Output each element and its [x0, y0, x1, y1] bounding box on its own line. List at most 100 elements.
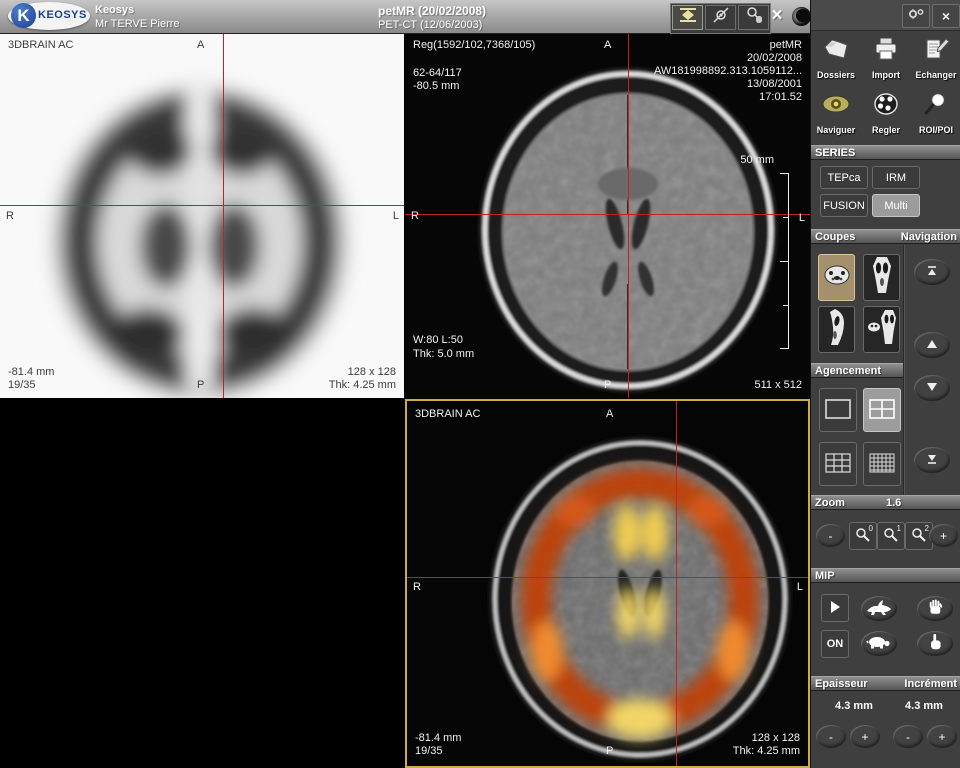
orientation-posterior: P — [606, 745, 613, 758]
control-sidebar: × Dossiers Import Echanger Naviguer — [810, 0, 960, 768]
play-icon — [829, 600, 841, 617]
nav-echanger-button[interactable]: Echanger — [912, 36, 960, 88]
close-window-button[interactable]: × — [932, 4, 960, 28]
epaisseur-increment-header: Epaisseur Incrément — [811, 676, 960, 691]
agencement-header: Agencement — [811, 363, 903, 378]
viewport-mri[interactable]: Reg(1592/102,7368/105) 62-64/117 -80.5 m… — [405, 34, 810, 398]
orientation-right: R — [411, 210, 419, 223]
axial-slice-icon — [823, 263, 851, 292]
increment-value: 4.3 mm — [891, 700, 957, 712]
crosshair-horizontal[interactable] — [405, 214, 810, 215]
series-multi-button[interactable]: Multi — [872, 194, 920, 217]
patient-name: Mr TERVE Pierre — [95, 18, 180, 30]
collimator-button[interactable] — [672, 5, 703, 30]
coupe-axial-thumbnail[interactable] — [818, 254, 855, 301]
viewport-pet[interactable]: 3DBRAIN AC A R L -81.4 mm 19/35 P 128 x … — [0, 34, 404, 398]
printer-icon — [871, 36, 901, 67]
series-tepca-button[interactable]: TEPca — [820, 166, 868, 189]
sidebar-top-strip: × — [811, 0, 960, 31]
thickness-decrease-button[interactable]: - — [816, 725, 846, 748]
folder-icon — [821, 36, 851, 67]
previous-slice-button[interactable] — [914, 332, 950, 358]
go-first-slice-button[interactable] — [914, 259, 950, 285]
nav-import-button[interactable]: Import — [862, 36, 910, 88]
mip-stop-hand-button[interactable] — [917, 596, 953, 621]
layout-grid-button[interactable] — [863, 442, 901, 486]
coronal-slice-icon — [870, 256, 894, 299]
coupes-navigation-header: Coupes Navigation — [811, 229, 960, 244]
go-last-slice-button[interactable] — [914, 447, 950, 473]
crosshair-vertical[interactable] — [676, 401, 677, 766]
registration-label: Reg(1592/102,7368/105) — [413, 39, 535, 52]
study-subtitle: PET-CT (12/06/2003) — [378, 19, 482, 31]
matrix-size: 511 x 512 — [754, 379, 802, 392]
zoom-in-button[interactable]: + — [929, 524, 958, 547]
matrix-size: 128 x 128 — [348, 366, 396, 379]
increment-decrease-button[interactable]: - — [893, 725, 923, 748]
crosshair-vertical[interactable] — [628, 34, 629, 398]
series-irm-button[interactable]: IRM — [872, 166, 920, 189]
nav-roi-poi-button[interactable]: ROI/POI — [912, 91, 960, 143]
down-arrow-icon — [926, 381, 938, 395]
application-window: K KEOSYS Keosys Mr TERVE Pierre petMR (2… — [0, 0, 960, 768]
series-fusion-button[interactable]: FUSION — [820, 194, 868, 217]
rabbit-icon — [866, 599, 892, 618]
mip-on-button[interactable]: ON — [821, 630, 849, 658]
crosshair-horizontal[interactable] — [0, 205, 404, 206]
moon-toggle-icon[interactable] — [792, 7, 811, 26]
zoom-preset-1-button[interactable]: 1 — [877, 522, 905, 550]
coupe-sagittal-thumbnail[interactable] — [818, 306, 855, 353]
zoom-out-button[interactable]: - — [816, 524, 845, 547]
collimator-icon — [678, 6, 698, 29]
layout-2x2-button[interactable] — [863, 388, 901, 432]
increment-increase-button[interactable]: + — [927, 725, 957, 748]
palette-icon — [871, 91, 901, 122]
study-name: petMR — [770, 39, 802, 52]
zoom-header: Zoom 1.6 — [811, 495, 960, 510]
settings-button[interactable] — [902, 4, 930, 28]
viewport-empty[interactable] — [0, 399, 404, 768]
close-study-button[interactable]: × — [766, 5, 788, 27]
nav-regler-button[interactable]: Regler — [862, 91, 910, 143]
window-level-button[interactable] — [705, 5, 736, 30]
orientation-left: L — [799, 212, 805, 225]
coupe-coronal-thumbnail[interactable] — [863, 254, 900, 301]
layout-3x3-button[interactable] — [819, 442, 857, 486]
double-up-arrow-icon — [926, 265, 938, 280]
coupe-multi-thumbnail[interactable] — [863, 306, 900, 353]
nav-dossiers-button[interactable]: Dossiers — [812, 36, 860, 88]
gears-icon — [907, 7, 925, 26]
viewport-fusion-selected[interactable]: 3DBRAIN AC A R L -81.4 mm 19/35 P 128 x … — [405, 399, 810, 768]
magnify-tool-button[interactable] — [738, 5, 769, 30]
study-title: petMR (20/02/2008) — [378, 4, 486, 18]
series-label: 3DBRAIN AC — [8, 39, 73, 52]
slice-position: -81.4 mm — [415, 732, 461, 745]
display-toolbar — [670, 3, 771, 34]
thickness-increase-button[interactable]: + — [850, 725, 880, 748]
brightness-icon — [711, 6, 731, 29]
layout-1x1-icon — [825, 399, 851, 422]
layout-1x1-button[interactable] — [819, 388, 857, 432]
series-date: 13/08/2001 — [747, 78, 802, 91]
window-level: W:80 L:50 — [413, 334, 463, 347]
crosshair-vertical[interactable] — [223, 34, 224, 398]
orientation-left: L — [393, 210, 399, 223]
mip-fast-button[interactable] — [861, 596, 897, 621]
orientation-posterior: P — [604, 379, 611, 392]
slice-thickness: Thk: 5.0 mm — [413, 348, 474, 361]
next-slice-button[interactable] — [914, 375, 950, 401]
series-info: 62-64/117 — [413, 67, 462, 80]
nav-naviguer-button[interactable]: Naviguer — [812, 91, 860, 143]
orientation-anterior: A — [604, 39, 611, 52]
layout-grid-icon — [869, 453, 895, 476]
zoom-preset-0-button[interactable]: 0 — [849, 522, 877, 550]
orientation-posterior: P — [197, 379, 204, 392]
logo-wordmark: KEOSYS — [38, 9, 87, 21]
scale-ruler — [788, 173, 789, 349]
mip-slow-button[interactable] — [861, 631, 897, 656]
mip-step-button[interactable] — [917, 631, 953, 656]
mip-play-button[interactable] — [821, 594, 849, 622]
crosshair-horizontal[interactable] — [407, 577, 808, 578]
pointing-finger-icon — [927, 633, 943, 654]
close-icon: × — [942, 8, 950, 24]
